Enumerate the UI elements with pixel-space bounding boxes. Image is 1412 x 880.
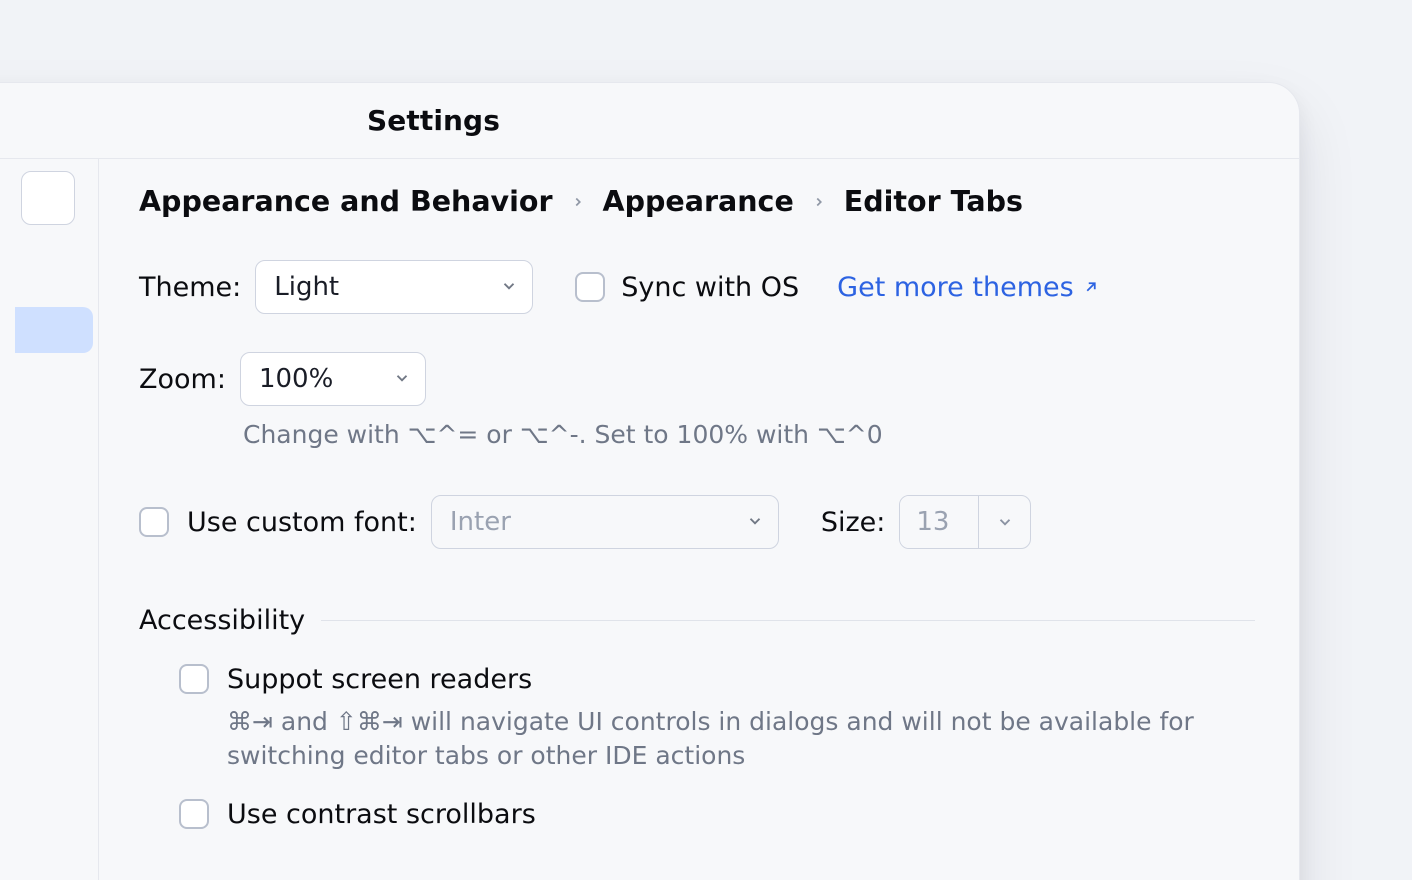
titlebar: Settings [0, 83, 1299, 159]
zoom-select[interactable]: 100% [240, 352, 426, 406]
screen-readers-checkbox[interactable] [179, 664, 209, 694]
section-divider [321, 620, 1255, 621]
sync-with-os-label: Sync with OS [621, 272, 799, 303]
custom-font-row: Use custom font: Inter Size: 13 [139, 495, 1255, 549]
screen-readers-label: Suppot screen readers [227, 664, 532, 695]
chevron-down-icon [500, 272, 518, 302]
sync-with-os[interactable]: Sync with OS [575, 272, 799, 303]
custom-font-select[interactable]: Inter [431, 495, 779, 549]
theme-row: Theme: Light Sync with OS Get more theme… [139, 260, 1255, 314]
chevron-down-icon[interactable] [978, 496, 1030, 548]
settings-window: Settings Appearance and Behavior Appeara… [0, 82, 1300, 880]
font-size-stepper[interactable]: 13 [899, 495, 1031, 549]
sidebar-item[interactable] [15, 255, 85, 301]
breadcrumb-item[interactable]: Appearance and Behavior [139, 185, 553, 218]
theme-select[interactable]: Light [255, 260, 533, 314]
sidebar [0, 159, 99, 880]
screen-readers-hint: ⌘⇥ and ⇧⌘⇥ will navigate UI controls in … [139, 705, 1199, 773]
contrast-scrollbars-label: Use contrast scrollbars [227, 799, 536, 830]
screen-readers-row[interactable]: Suppot screen readers [139, 664, 1255, 695]
stage: Settings Appearance and Behavior Appeara… [0, 0, 1412, 880]
zoom-label: Zoom: [139, 364, 226, 395]
use-custom-font-label: Use custom font: [187, 507, 417, 538]
sidebar-search-input[interactable] [21, 171, 75, 225]
chevron-right-icon [812, 195, 826, 209]
theme-label: Theme: [139, 272, 241, 303]
sync-with-os-checkbox[interactable] [575, 272, 605, 302]
zoom-select-value: 100% [259, 364, 333, 394]
zoom-hint: Change with ⌥^= or ⌥^-. Set to 100% with… [243, 420, 1255, 449]
chevron-down-icon [746, 507, 764, 537]
contrast-scrollbars-checkbox[interactable] [179, 799, 209, 829]
window-body: Appearance and Behavior Appearance Edito… [0, 159, 1299, 880]
contrast-scrollbars-row[interactable]: Use contrast scrollbars [139, 799, 1255, 830]
external-link-icon [1082, 272, 1100, 303]
accessibility-section-header: Accessibility [139, 605, 1255, 636]
breadcrumb: Appearance and Behavior Appearance Edito… [139, 185, 1255, 218]
zoom-row: Zoom: 100% [139, 352, 1255, 406]
font-size-label: Size: [821, 507, 886, 538]
custom-font-value: Inter [450, 507, 511, 537]
font-size-group: Size: 13 [821, 495, 1032, 549]
use-custom-font-checkbox[interactable] [139, 507, 169, 537]
content: Appearance and Behavior Appearance Edito… [99, 159, 1299, 880]
theme-select-value: Light [274, 272, 339, 302]
breadcrumb-item[interactable]: Editor Tabs [844, 185, 1023, 218]
accessibility-title: Accessibility [139, 605, 305, 636]
get-more-themes-link[interactable]: Get more themes [837, 272, 1100, 303]
get-more-themes-label: Get more themes [837, 272, 1074, 303]
font-size-value: 13 [900, 496, 978, 548]
window-title: Settings [367, 104, 500, 137]
sidebar-item-selected[interactable] [15, 307, 93, 353]
zoom-block: Zoom: 100% Change with ⌥^= or ⌥^-. Set t… [139, 352, 1255, 449]
chevron-right-icon [571, 195, 585, 209]
breadcrumb-item[interactable]: Appearance [603, 185, 794, 218]
chevron-down-icon [393, 364, 411, 394]
